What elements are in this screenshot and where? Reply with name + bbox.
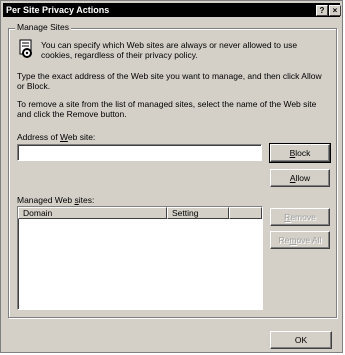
- instructions-line-1: Type the exact address of the Web site y…: [17, 71, 322, 81]
- managed-label-part: Managed Web: [17, 195, 75, 205]
- ok-label: OK: [294, 335, 308, 345]
- instructions-allow-block: Type the exact address of the Web site y…: [17, 71, 322, 91]
- remove-all-button[interactable]: Remove All: [270, 231, 330, 249]
- help-icon: ?: [319, 6, 325, 15]
- address-label: Address of Web site:: [17, 132, 95, 142]
- per-site-privacy-dialog: Per Site Privacy Actions ? × Manage Site…: [0, 0, 343, 353]
- help-button[interactable]: ?: [316, 5, 328, 16]
- column-header-domain[interactable]: Domain: [18, 207, 167, 219]
- address-input[interactable]: [17, 144, 262, 161]
- ok-button[interactable]: OK: [270, 331, 332, 349]
- remove-all-label-part: Re: [278, 235, 290, 245]
- address-label-accesskey: W: [60, 132, 68, 142]
- managed-label-part: ites:: [78, 195, 95, 205]
- allow-button[interactable]: Allow: [270, 169, 330, 187]
- close-icon: ×: [332, 6, 338, 15]
- block-label: lock: [295, 148, 311, 158]
- instructions-line-4: and click the Remove button.: [17, 109, 127, 119]
- column-header-setting[interactable]: Setting: [167, 207, 229, 219]
- address-label-part: Address of: [17, 132, 60, 142]
- allow-label: llow: [295, 173, 311, 183]
- address-label-part: eb site:: [67, 132, 96, 142]
- intro-line-2: cookies, regardless of their privacy pol…: [41, 50, 198, 60]
- instructions-line-2: or Block.: [17, 81, 51, 91]
- managed-sites-label: Managed Web sites:: [17, 195, 94, 205]
- intro-text: You can specify which Web sites are alwa…: [41, 40, 297, 60]
- block-button[interactable]: Block: [269, 143, 331, 163]
- instructions-line-3: To remove a site from the list of manage…: [17, 99, 317, 109]
- instructions-remove: To remove a site from the list of manage…: [17, 99, 316, 119]
- remove-label: emove: [290, 212, 316, 222]
- intro-line-1: You can specify which Web sites are alwa…: [41, 40, 298, 50]
- managed-sites-list[interactable]: Domain Setting: [17, 206, 263, 310]
- window-title: Per Site Privacy Actions: [6, 5, 110, 15]
- column-header-filler: [229, 207, 262, 219]
- close-button[interactable]: ×: [329, 5, 341, 16]
- remove-button[interactable]: Remove: [270, 208, 330, 226]
- column-label-domain: Domain: [23, 208, 53, 218]
- privacy-icon: [17, 39, 37, 59]
- remove-all-label-part: ove All: [296, 235, 322, 245]
- column-label-setting: Setting: [172, 208, 199, 218]
- title-bar: Per Site Privacy Actions: [3, 3, 340, 17]
- group-label: Manage Sites: [15, 22, 71, 32]
